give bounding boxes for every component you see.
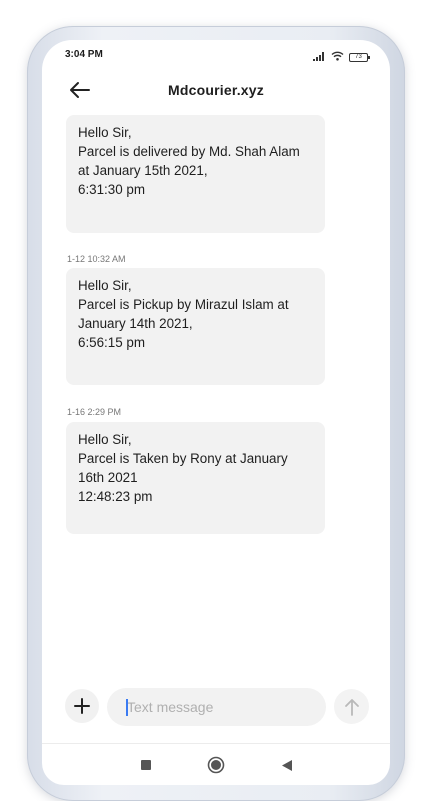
status-bar: 3:04 PM 73 (42, 40, 390, 68)
app-header: Mdcourier.xyz (42, 72, 390, 108)
plus-icon (74, 698, 90, 714)
message-line: Parcel is Taken by Rony at January (78, 451, 288, 466)
conversation-title: Mdcourier.xyz (168, 82, 264, 98)
triangle-back-icon (282, 759, 292, 771)
message-timestamp: 1-12 10:32 AM (67, 254, 126, 264)
message-line: Parcel is Pickup by Mirazul Islam at (78, 297, 289, 312)
message-line: Hello Sir, (78, 432, 132, 447)
message-line: Parcel is delivered by Md. Shah Alam (78, 144, 300, 159)
back-nav-button[interactable] (276, 754, 298, 776)
system-nav-bar (42, 744, 390, 785)
message-line: Hello Sir, (78, 125, 132, 140)
message-line: 12:48:23 pm (78, 489, 153, 504)
status-icons: 73 (313, 48, 370, 66)
home-button[interactable] (205, 754, 227, 776)
text-caret (126, 699, 128, 716)
recents-button[interactable] (135, 754, 157, 776)
message-bubble[interactable]: Hello Sir, Parcel is delivered by Md. Sh… (66, 115, 325, 233)
message-line: 6:56:15 pm (78, 335, 145, 350)
circle-home-icon (207, 756, 225, 774)
compose-bar (42, 685, 390, 731)
wifi-icon (331, 48, 344, 66)
message-line: at January 15th 2021, (78, 163, 208, 178)
message-line: January 14th 2021, (78, 316, 193, 331)
message-timestamp: 1-16 2:29 PM (67, 407, 122, 417)
arrow-up-icon (344, 698, 359, 716)
square-recents-icon (141, 760, 151, 770)
message-line: 6:31:30 pm (78, 182, 145, 197)
signal-icon (313, 48, 326, 66)
send-button[interactable] (334, 689, 369, 724)
message-line: Hello Sir, (78, 278, 132, 293)
phone-screen: 3:04 PM 73 Mdcourier.xyz Hello Sir, Parc… (42, 40, 390, 785)
status-time: 3:04 PM (65, 49, 103, 60)
message-bubble[interactable]: Hello Sir, Parcel is Taken by Rony at Ja… (66, 422, 325, 534)
message-bubble[interactable]: Hello Sir, Parcel is Pickup by Mirazul I… (66, 268, 325, 385)
message-line: 16th 2021 (78, 470, 138, 485)
message-input[interactable] (107, 688, 326, 726)
battery-icon: 73 (349, 52, 370, 62)
add-attachment-button[interactable] (65, 689, 99, 723)
